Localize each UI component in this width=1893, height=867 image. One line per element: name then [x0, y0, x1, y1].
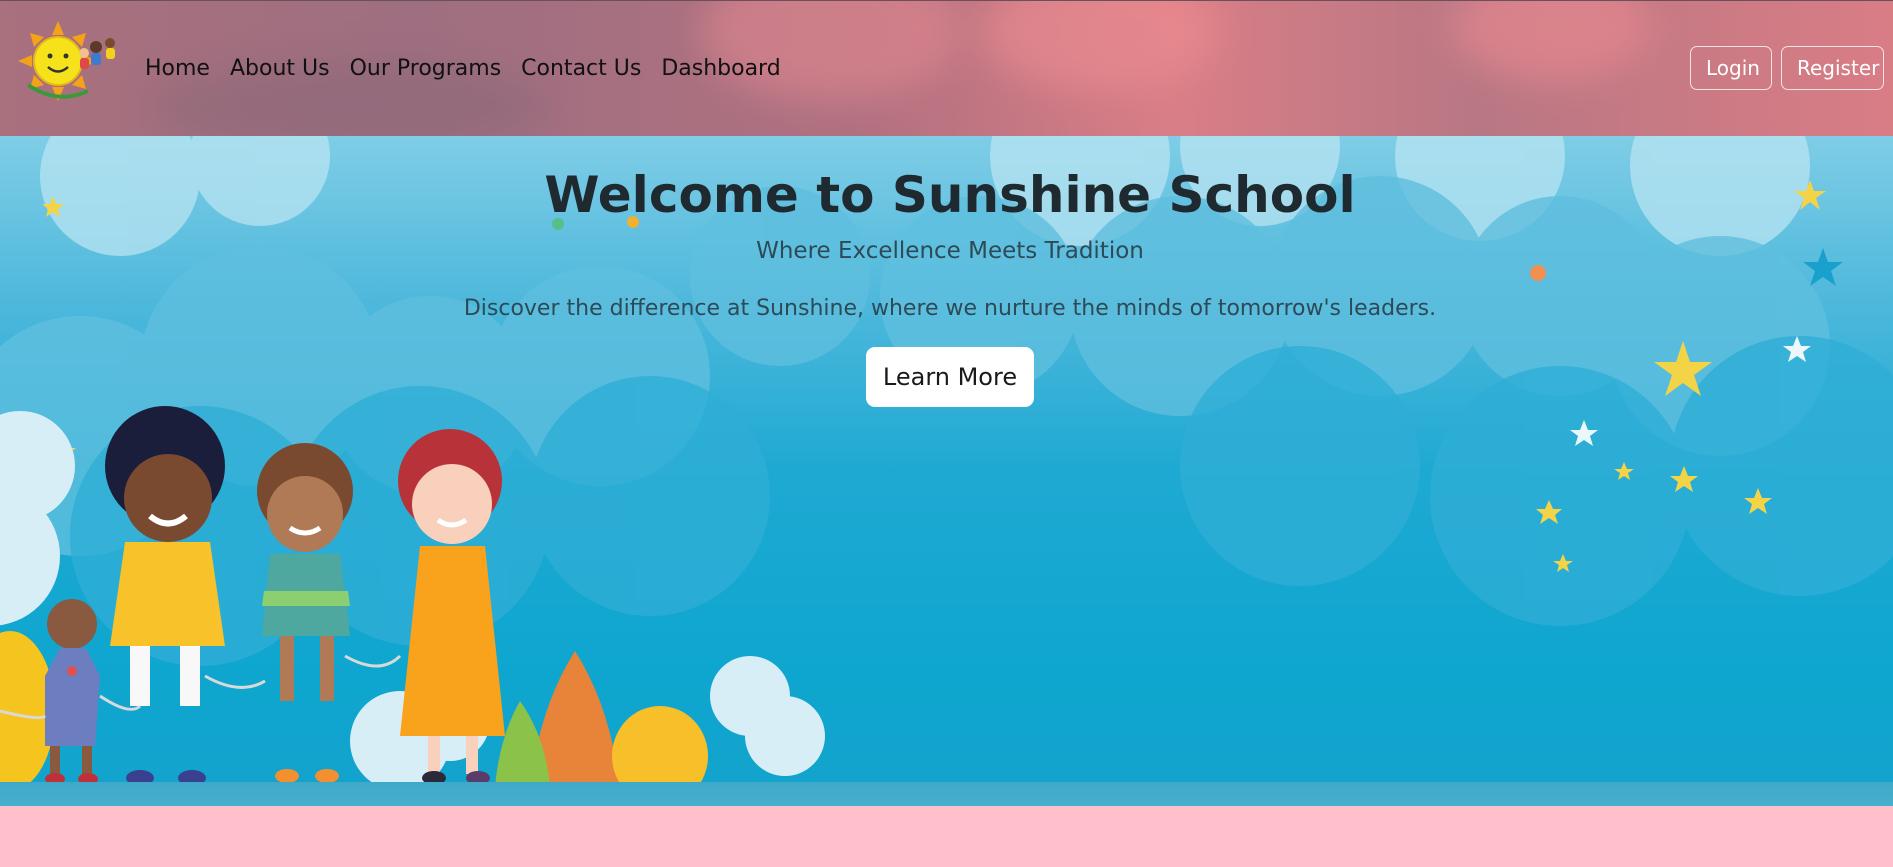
child-figure — [257, 443, 353, 783]
footer-band — [0, 806, 1893, 867]
child-figure — [45, 599, 100, 785]
navbar: Home About Us Our Programs Contact Us Da… — [0, 0, 1893, 136]
hero-title: Welcome to Sunshine School — [544, 166, 1356, 224]
hero-ground-band — [0, 782, 1893, 806]
children-illustration — [0, 406, 825, 806]
nav-link-about-us[interactable]: About Us — [230, 54, 330, 84]
nav-link-home[interactable]: Home — [145, 54, 210, 84]
main-nav: Home About Us Our Programs Contact Us Da… — [145, 54, 781, 84]
nav-link-dashboard[interactable]: Dashboard — [661, 54, 780, 84]
navbar-blur-decoration — [1450, 1, 1650, 81]
hero-section: Welcome to Sunshine School Where Excelle… — [0, 136, 1893, 806]
learn-more-button[interactable]: Learn More — [866, 347, 1034, 407]
hero-description: Discover the difference at Sunshine, whe… — [463, 296, 1437, 321]
child-figure — [105, 406, 225, 786]
nav-link-our-programs[interactable]: Our Programs — [350, 54, 502, 84]
child-figure — [398, 429, 505, 785]
sunshine-logo[interactable] — [14, 17, 118, 105]
register-button[interactable]: Register — [1781, 46, 1884, 90]
hero-subtitle: Where Excellence Meets Tradition — [756, 238, 1144, 264]
navbar-blur-decoration — [700, 1, 960, 101]
login-button[interactable]: Login — [1690, 46, 1772, 90]
nav-link-contact-us[interactable]: Contact Us — [521, 54, 641, 84]
navbar-blur-decoration — [980, 1, 1220, 91]
